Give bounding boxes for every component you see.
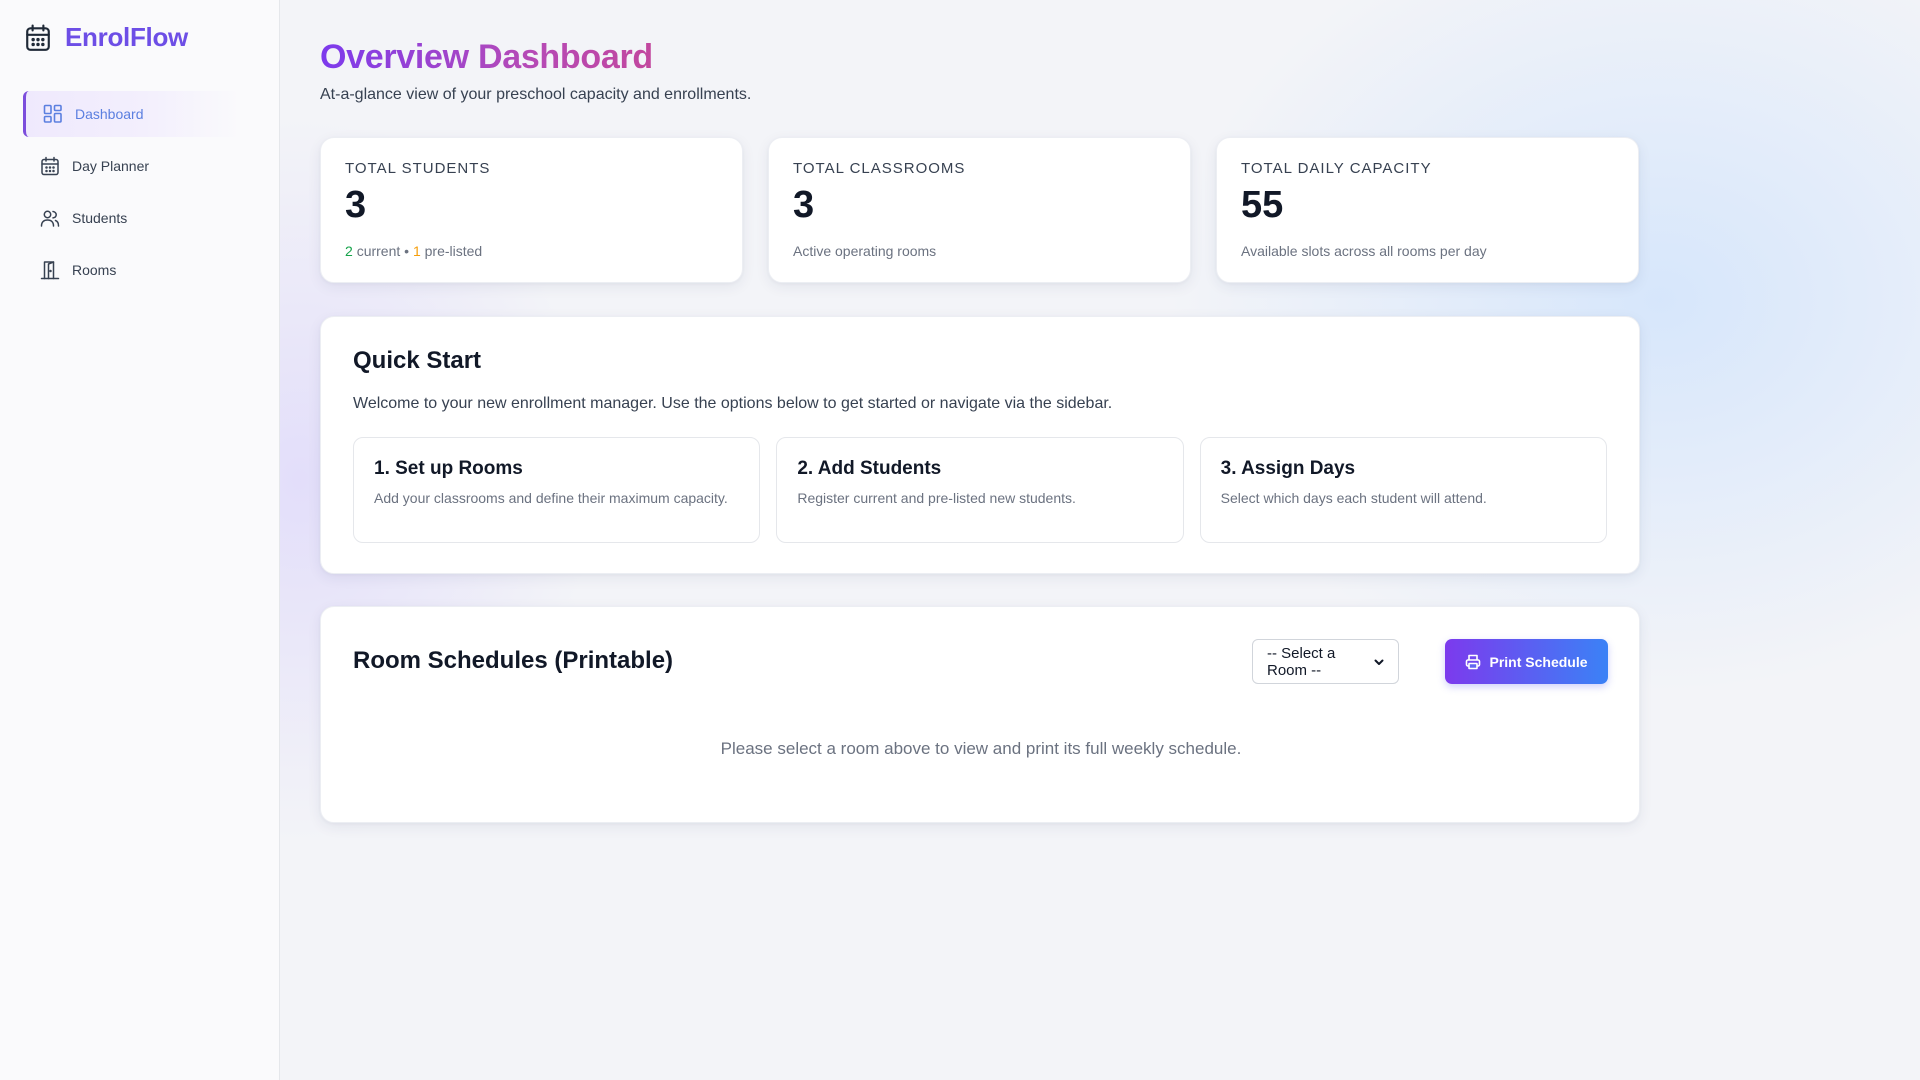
sidebar-item-label: Dashboard [75, 106, 144, 122]
current-label: current [356, 243, 401, 259]
stat-value: 3 [793, 184, 815, 226]
stat-value: 3 [345, 184, 367, 226]
sidebar-item-label: Rooms [72, 262, 117, 278]
stat-sub: Active operating rooms [793, 243, 937, 259]
stat-value: 55 [1241, 184, 1284, 226]
quick-start-steps: 1. Set up Rooms Add your classrooms and … [353, 437, 1607, 543]
chevron-down-icon [1374, 657, 1384, 667]
prelisted-count: 1 [412, 243, 421, 259]
step-title: 3. Assign Days [1220, 458, 1356, 479]
step-title: 1. Set up Rooms [374, 458, 523, 479]
sidebar-item-rooms[interactable]: Rooms [23, 247, 241, 293]
empty-state-message: Please select a room above to view and p… [720, 739, 1242, 758]
print-schedule-button[interactable]: Print Schedule [1445, 639, 1608, 684]
sidebar-item-label: Students [72, 210, 128, 226]
room-select-value: -- Select a Room -- [1267, 644, 1336, 679]
quick-start-title: Quick Start [353, 347, 482, 374]
separator: • [404, 243, 410, 259]
step-add-students[interactable]: 2. Add Students Register current and pre… [776, 437, 1184, 543]
page-title: Overview Dashboard [320, 38, 653, 76]
step-title: 2. Add Students [797, 458, 942, 479]
step-set-up-rooms[interactable]: 1. Set up Rooms Add your classrooms and … [353, 437, 761, 543]
sidebar-item-label: Day Planner [72, 158, 150, 174]
brand-name: EnrolFlow [65, 22, 188, 52]
stat-label: Total Classrooms [793, 160, 966, 177]
stat-card-total-students: Total Students 3 2 current • 1 pre-liste… [320, 137, 743, 283]
room-schedules-panel: Room Schedules (Printable) -- Select a R… [320, 606, 1640, 823]
users-icon [40, 208, 60, 228]
sidebar-item-dashboard[interactable]: Dashboard [23, 91, 241, 137]
step-assign-days[interactable]: 3. Assign Days Select which days each st… [1199, 437, 1607, 543]
room-select[interactable]: -- Select a Room -- [1252, 639, 1399, 684]
page-subtitle: At-a-glance view of your preschool capac… [320, 86, 752, 103]
prelisted-label: pre-listed [424, 243, 483, 259]
quick-start-intro: Welcome to your new enrollment manager. … [353, 395, 1113, 412]
door-icon [40, 260, 60, 280]
step-description: Add your classrooms and define their max… [374, 490, 728, 506]
sidebar-nav: Dashboard Day Planner Students Rooms [23, 91, 241, 299]
stat-card-total-daily-capacity: Total Daily Capacity 55 Available slots … [1216, 137, 1639, 283]
quick-start-panel: Quick Start Welcome to your new enrollme… [320, 316, 1640, 574]
stat-breakdown: 2 current • 1 pre-listed [345, 243, 718, 259]
brand[interactable]: EnrolFlow [25, 22, 188, 53]
printer-icon [1465, 654, 1481, 670]
sidebar: EnrolFlow Dashboard Day Planner Students… [0, 0, 280, 1080]
current-count: 2 [345, 243, 353, 259]
room-schedules-title: Room Schedules (Printable) [353, 647, 674, 674]
stat-label: Total Daily Capacity [1241, 160, 1432, 177]
stat-sub: Available slots across all rooms per day [1241, 243, 1487, 259]
step-description: Select which days each student will atte… [1220, 490, 1487, 506]
step-description: Register current and pre-listed new stud… [797, 490, 1076, 506]
sidebar-item-day-planner[interactable]: Day Planner [23, 143, 241, 189]
sidebar-item-students[interactable]: Students [23, 195, 241, 241]
stat-card-total-classrooms: Total Classrooms 3 Active operating room… [768, 137, 1191, 283]
dashboard-icon [43, 104, 63, 124]
stat-label: Total Students [345, 160, 491, 177]
calendar-icon [25, 24, 51, 52]
calendar-icon [40, 156, 60, 176]
print-schedule-label: Print Schedule [1489, 653, 1588, 670]
